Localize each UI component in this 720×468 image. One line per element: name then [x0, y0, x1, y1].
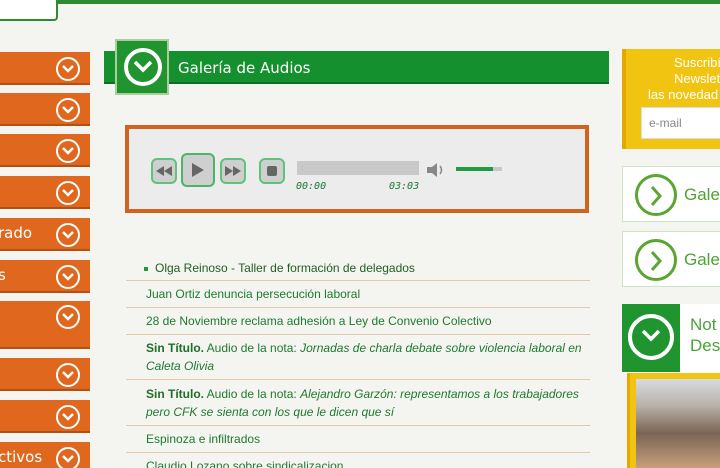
gallery-link-card[interactable]: Gale: [622, 166, 720, 222]
track-item[interactable]: Espinoza e infiltrados: [126, 426, 590, 453]
progress-bar[interactable]: [297, 161, 419, 175]
play-button[interactable]: [181, 153, 215, 187]
newsletter-line: Newslette: [674, 71, 720, 86]
nav-item[interactable]: rado: [0, 218, 90, 251]
track-item[interactable]: 28 de Noviembre reclama adhesión a Ley d…: [126, 308, 590, 335]
duration-time: 03:03: [389, 181, 420, 192]
chevron-down-icon: [56, 265, 80, 289]
nav-item[interactable]: [0, 52, 90, 85]
nav-item-label: rado: [0, 224, 33, 242]
fast-forward-icon: [225, 166, 241, 176]
track-title: Claudio Lozano sobre sindicalizacion: [146, 459, 344, 468]
news-header[interactable]: Not Des: [622, 304, 720, 374]
news-image: [636, 379, 720, 468]
card-label: Gale: [684, 250, 720, 269]
nav-item-label: s: [0, 266, 6, 284]
track-bold-title: Sin Título.: [146, 341, 204, 355]
track-title: Juan Ortiz denuncia persecución laboral: [146, 287, 361, 301]
track-item[interactable]: Claudio Lozano sobre sindicalizacion: [126, 453, 590, 468]
bullet-icon: [144, 266, 148, 271]
audio-player: 00:00 03:03: [125, 125, 589, 213]
nav-item[interactable]: [0, 134, 90, 167]
email-field[interactable]: e-mail: [641, 107, 720, 139]
gallery-header: Galería de Audios: [104, 51, 609, 84]
track-item[interactable]: Sin Título. Audio de la nota: Jornadas d…: [126, 335, 590, 380]
newsletter-line: Suscribí: [674, 55, 720, 70]
gallery-title: Galería de Audios: [178, 59, 311, 77]
track-item[interactable]: Juan Ortiz denuncia persecución laboral: [126, 281, 590, 308]
nav-item-label: ctivos: [0, 448, 43, 466]
nav-item[interactable]: [0, 301, 90, 349]
gallery-icon-box: [115, 39, 169, 95]
chevron-right-icon: [635, 174, 677, 216]
volume-level: [456, 167, 493, 171]
volume-slider[interactable]: [456, 167, 502, 171]
chevron-down-icon: [56, 98, 80, 122]
chevron-down-icon: [56, 223, 80, 247]
top-tab[interactable]: [0, 0, 58, 21]
newsletter-line: las novedad: [648, 87, 719, 102]
chevron-down-icon: [56, 139, 80, 163]
nav-item[interactable]: [0, 358, 90, 391]
chevron-down-icon: [56, 181, 80, 205]
track-title: 28 de Noviembre reclama adhesión a Ley d…: [146, 314, 492, 328]
track-item-active[interactable]: Olga Reinoso - Taller de formación de de…: [126, 258, 590, 281]
newsletter-text: Suscribí Newslette las novedad: [648, 55, 720, 103]
track-title: Espinoza e infiltrados: [146, 432, 261, 446]
news-title-line: Des: [690, 336, 720, 355]
chevron-down-icon: [56, 363, 80, 387]
gallery-link-card[interactable]: Gale: [622, 231, 720, 287]
card-label: Gale: [684, 185, 720, 204]
chevron-down-icon: [56, 405, 80, 429]
chevron-down-icon: [56, 305, 80, 329]
play-icon: [192, 163, 204, 177]
nav-item[interactable]: ctivos: [0, 442, 90, 468]
current-time: 00:00: [296, 181, 327, 192]
fast-forward-button[interactable]: [220, 158, 246, 184]
chevron-down-icon: [124, 48, 162, 86]
nav-item[interactable]: s: [0, 260, 90, 293]
track-list: Olga Reinoso - Taller de formación de de…: [126, 258, 590, 468]
chevron-right-icon: [635, 239, 677, 281]
nav-item[interactable]: [0, 93, 90, 126]
chevron-down-icon: [628, 314, 674, 360]
stop-icon: [267, 166, 277, 176]
nav-item[interactable]: [0, 400, 90, 433]
news-photo[interactable]: [627, 373, 720, 468]
stop-button[interactable]: [259, 158, 285, 184]
news-title: Not Des: [690, 314, 720, 356]
track-prefix: Audio de la nota:: [204, 341, 301, 355]
news-icon-box: [622, 304, 680, 372]
volume-icon[interactable]: [427, 161, 449, 179]
top-accent-strip: [0, 0, 720, 4]
track-bold-title: Sin Título.: [146, 387, 204, 401]
news-title-line: Not: [690, 315, 717, 334]
track-prefix: Audio de la nota:: [204, 387, 301, 401]
newsletter-box: Suscribí Newslette las novedad e-mail: [622, 49, 720, 149]
chevron-down-icon: [56, 447, 80, 468]
chevron-down-icon: [56, 57, 80, 81]
rewind-button[interactable]: [151, 158, 177, 184]
nav-item[interactable]: [0, 176, 90, 209]
rewind-icon: [156, 166, 172, 176]
track-title: Olga Reinoso - Taller de formación de de…: [155, 261, 415, 275]
track-item[interactable]: Sin Título. Audio de la nota: Alejandro …: [126, 380, 590, 426]
